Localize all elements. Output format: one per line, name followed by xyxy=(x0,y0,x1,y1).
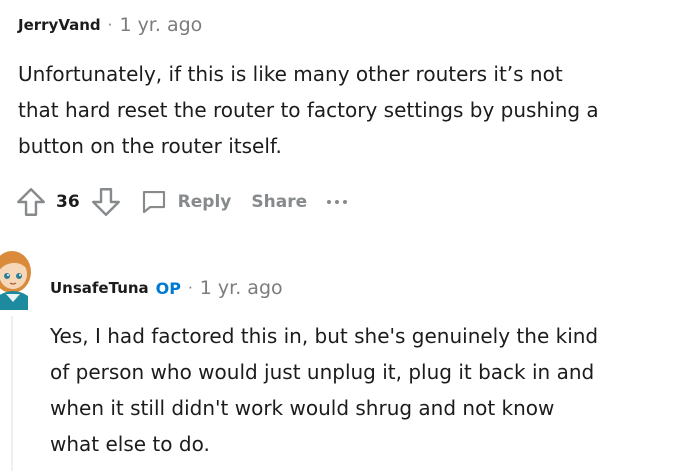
comment-2-line: of person who would just unplug it, plug… xyxy=(50,360,595,384)
comment-1-timestamp[interactable]: 1 yr. ago xyxy=(119,14,202,36)
comment-1-line: button on the router itself. xyxy=(18,134,282,158)
op-badge: OP xyxy=(155,278,181,298)
comment-bubble-icon xyxy=(142,190,165,214)
comment-1-meta: JerryVand · 1 yr. ago xyxy=(18,14,202,36)
share-button[interactable]: Share xyxy=(251,192,307,212)
comment-2-body: Yes, I had factored this in, but she's g… xyxy=(50,318,598,462)
comment-2-username[interactable]: UnsafeTuna xyxy=(50,279,149,297)
meta-separator: · xyxy=(188,279,193,297)
more-dots-icon[interactable] xyxy=(327,200,348,204)
comment-2-meta: UnsafeTuna OP · 1 yr. ago xyxy=(50,277,283,299)
comment-2-line: what else to do. xyxy=(50,432,210,456)
arrow-down-icon xyxy=(91,188,120,216)
comment-1-line: Unfortunately, if this is like many othe… xyxy=(18,62,563,86)
vote-score: 36 xyxy=(56,192,80,212)
comment-1-action-bar: 36 Reply Share xyxy=(14,183,348,221)
thread-collapse-line[interactable] xyxy=(11,316,13,471)
comment-1-username[interactable]: JerryVand xyxy=(18,16,101,34)
avatar[interactable] xyxy=(0,246,40,310)
downvote-button[interactable] xyxy=(89,185,123,219)
comment-1-line: that hard reset the router to factory se… xyxy=(18,98,599,122)
comment-2-line: when it still didn't work would shrug an… xyxy=(50,396,555,420)
comment-2-line: Yes, I had factored this in, but she's g… xyxy=(50,324,599,348)
comment-2-timestamp[interactable]: 1 yr. ago xyxy=(200,277,283,299)
reply-label: Reply xyxy=(177,192,232,212)
comment-1-body: Unfortunately, if this is like many othe… xyxy=(18,56,599,164)
meta-separator: · xyxy=(107,16,113,34)
reply-button[interactable]: Reply xyxy=(139,187,232,217)
arrow-up-icon xyxy=(17,188,45,216)
upvote-button[interactable] xyxy=(14,185,48,219)
